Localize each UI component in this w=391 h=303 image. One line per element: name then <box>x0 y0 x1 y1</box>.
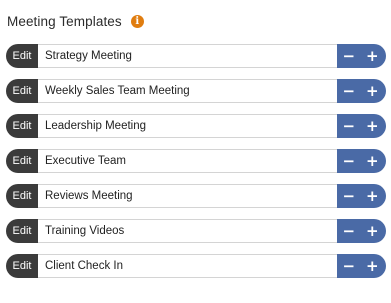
template-row: Edit Executive Team − + <box>6 149 386 173</box>
row-controls: − + <box>337 254 386 278</box>
minus-icon[interactable]: − <box>339 219 359 243</box>
plus-icon[interactable]: + <box>362 149 382 173</box>
template-name: Reviews Meeting <box>38 184 337 208</box>
template-row: Edit Weekly Sales Team Meeting − + <box>6 79 386 103</box>
template-row: Edit Client Check In − + <box>6 254 386 278</box>
plus-icon[interactable]: + <box>362 114 382 138</box>
edit-button[interactable]: Edit <box>6 254 38 278</box>
row-controls: − + <box>337 149 386 173</box>
minus-icon[interactable]: − <box>339 114 359 138</box>
plus-icon[interactable]: + <box>362 184 382 208</box>
row-controls: − + <box>337 219 386 243</box>
template-name: Leadership Meeting <box>38 114 337 138</box>
template-row: Edit Reviews Meeting − + <box>6 184 386 208</box>
info-icon[interactable]: i <box>130 15 144 28</box>
header: Meeting Templates i <box>7 14 144 29</box>
template-name: Executive Team <box>38 149 337 173</box>
minus-icon[interactable]: − <box>339 149 359 173</box>
template-name: Training Videos <box>38 219 337 243</box>
template-list: Edit Strategy Meeting − + Edit Weekly Sa… <box>6 44 386 289</box>
edit-button[interactable]: Edit <box>6 79 38 103</box>
row-controls: − + <box>337 79 386 103</box>
plus-icon[interactable]: + <box>362 219 382 243</box>
template-name: Weekly Sales Team Meeting <box>38 79 337 103</box>
minus-icon[interactable]: − <box>339 79 359 103</box>
template-name: Client Check In <box>38 254 337 278</box>
edit-button[interactable]: Edit <box>6 114 38 138</box>
row-controls: − + <box>337 114 386 138</box>
template-name: Strategy Meeting <box>38 44 337 68</box>
edit-button[interactable]: Edit <box>6 219 38 243</box>
plus-icon[interactable]: + <box>362 44 382 68</box>
row-controls: − + <box>337 184 386 208</box>
page-title: Meeting Templates <box>7 14 122 29</box>
row-controls: − + <box>337 44 386 68</box>
template-row: Edit Strategy Meeting − + <box>6 44 386 68</box>
edit-button[interactable]: Edit <box>6 44 38 68</box>
template-row: Edit Training Videos − + <box>6 219 386 243</box>
plus-icon[interactable]: + <box>362 79 382 103</box>
plus-icon[interactable]: + <box>362 254 382 278</box>
minus-icon[interactable]: − <box>339 44 359 68</box>
template-row: Edit Leadership Meeting − + <box>6 114 386 138</box>
edit-button[interactable]: Edit <box>6 149 38 173</box>
minus-icon[interactable]: − <box>339 184 359 208</box>
edit-button[interactable]: Edit <box>6 184 38 208</box>
minus-icon[interactable]: − <box>339 254 359 278</box>
